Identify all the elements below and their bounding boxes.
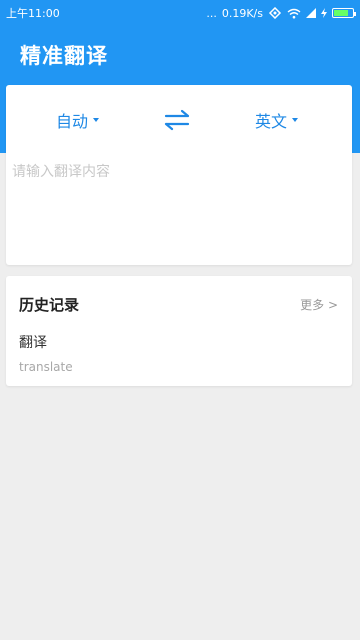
status-time: 上午11:00	[6, 7, 60, 20]
source-language-dropdown[interactable]: 自动	[56, 108, 100, 132]
charging-icon	[321, 8, 327, 18]
history-title: 历史记录	[19, 296, 80, 314]
source-language-label: 自动	[56, 112, 89, 131]
more-history-link[interactable]: 更多 >	[300, 296, 338, 313]
status-bar: 上午11:00 ... 0.19K/s	[0, 0, 360, 26]
history-translated-text: translate	[19, 360, 73, 374]
sync-icon	[268, 7, 282, 19]
swap-languages-icon[interactable]	[163, 109, 191, 131]
caret-down-icon	[93, 118, 100, 122]
target-language-label: 英文	[254, 112, 287, 131]
caret-down-icon	[292, 118, 298, 122]
network-speed: 0.19K/s	[221, 6, 263, 20]
page-title: 精准翻译	[20, 44, 108, 68]
wifi-icon	[287, 8, 301, 19]
history-card: 历史记录 更多 > 翻译 translate	[6, 276, 352, 386]
history-item[interactable]: 翻译 translate	[19, 332, 73, 374]
translate-card: 自动 英文	[6, 85, 352, 265]
history-header: 历史记录 更多 >	[19, 294, 338, 315]
status-indicators: ... 0.19K/s	[206, 6, 356, 20]
status-dots: ...	[206, 6, 217, 20]
target-language-dropdown[interactable]: 英文	[255, 108, 298, 132]
battery-level	[334, 10, 348, 16]
history-source-text: 翻译	[19, 335, 47, 351]
language-selector-row: 自动 英文	[6, 85, 352, 155]
translation-input[interactable]	[12, 161, 346, 257]
signal-icon	[306, 8, 316, 18]
battery-icon	[332, 8, 356, 18]
